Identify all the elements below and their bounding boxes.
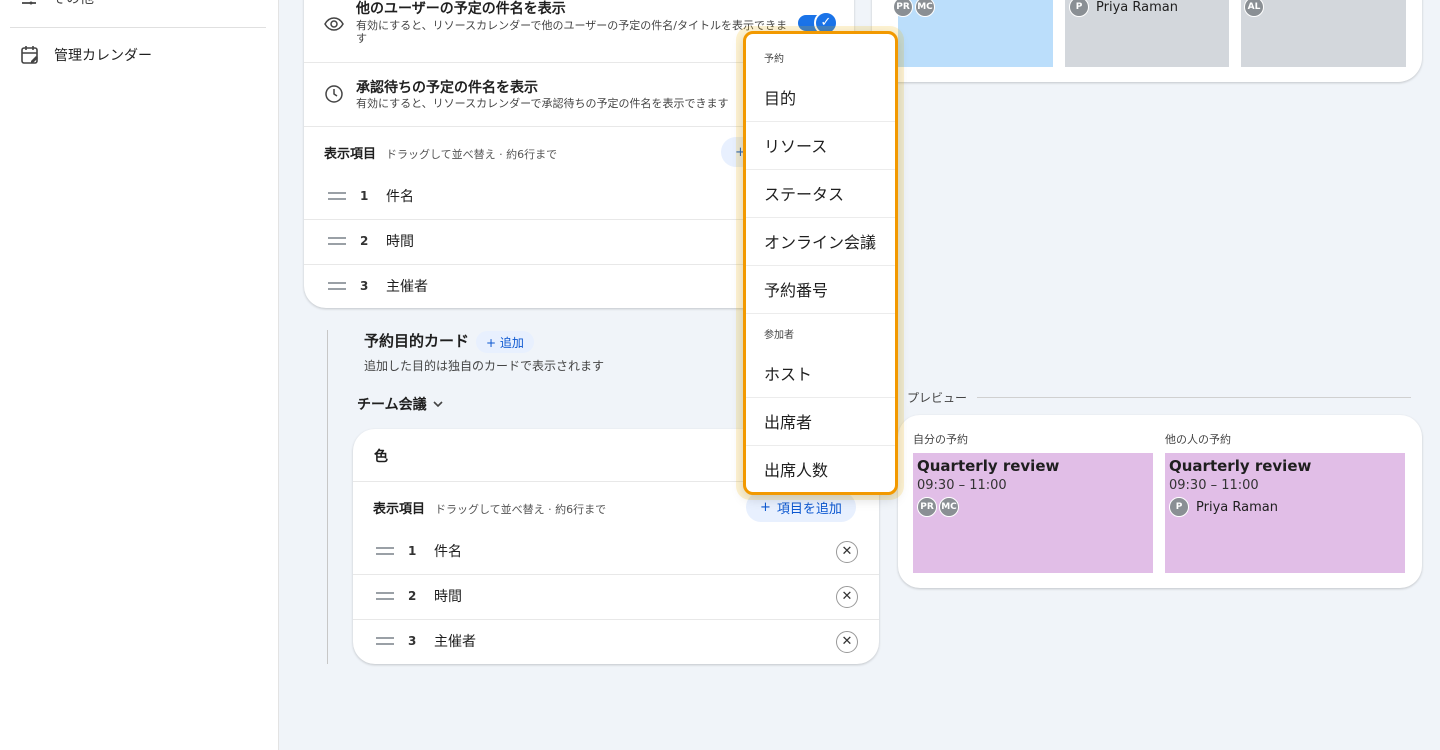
row-label: 件名 <box>434 544 462 560</box>
list-item[interactable]: 1 件名 <box>376 541 462 561</box>
display-items-title: 表示項目 <box>324 147 377 162</box>
preview-divider <box>907 397 1411 398</box>
event-preview-mine: Quarterly review 09:30 – 11:00 PR MC <box>913 453 1153 573</box>
list-item[interactable]: 1 件名 <box>328 186 414 206</box>
avatar: P <box>1169 497 1189 517</box>
menu-item-host[interactable]: ホスト <box>746 349 895 397</box>
drag-handle-icon[interactable] <box>376 637 394 645</box>
list-item[interactable]: 2 時間 <box>376 586 462 606</box>
row-number: 3 <box>360 279 369 293</box>
divider <box>353 574 879 575</box>
others-label: 他の人の予約 <box>1165 433 1231 446</box>
setting-description: 有効にすると、リソースカレンダーで承認待ちの予定の件名を表示できます <box>356 97 729 110</box>
remove-icon[interactable]: ✕ <box>836 586 858 608</box>
display-items-header: 表示項目 ドラッグして並べ替え · 約6行まで <box>373 498 606 517</box>
list-item[interactable]: 3 主催者 <box>328 276 428 296</box>
row-number: 3 <box>408 634 417 648</box>
attendee-name: Priya Raman <box>1196 499 1278 515</box>
event-time: 09:30 – 11:00 <box>917 478 1007 493</box>
add-item-label: 項目を追加 <box>776 501 842 517</box>
eye-icon <box>324 17 344 31</box>
setting-title: 承認待ちの予定の件名を表示 <box>356 80 538 96</box>
menu-section-booking: 予約 <box>764 54 784 65</box>
clock-icon <box>325 85 343 103</box>
display-items-header: 表示項目 ドラッグして並べ替え · 約6行まで <box>324 143 557 162</box>
event-title: Quarterly review <box>917 457 1060 475</box>
avatar: AL <box>1244 0 1264 17</box>
row-label: 主催者 <box>386 279 428 295</box>
calendar-block-mine: PR MC <box>893 0 1053 67</box>
preview-card-top: PR MC P Priya Raman AL <box>872 0 1422 82</box>
mine-label: 自分の予約 <box>913 433 968 446</box>
row-number: 2 <box>360 234 369 248</box>
chevron-down-icon <box>433 401 443 408</box>
row-label: 時間 <box>386 234 414 250</box>
menu-item-status[interactable]: ステータス <box>746 169 895 217</box>
purpose-cards-description: 追加した目的は独自のカードで表示されます <box>364 359 605 373</box>
event-time: 09:30 – 11:00 <box>1169 478 1259 493</box>
avatar: PR <box>917 497 937 517</box>
menu-item-resource[interactable]: リソース <box>746 121 895 169</box>
section-indent-line <box>327 330 328 664</box>
calendar-edit-icon <box>21 46 38 64</box>
list-item[interactable]: 3 主催者 <box>376 631 476 651</box>
calendar-block-other-2: AL <box>1241 0 1406 67</box>
menu-item-attendee-count[interactable]: 出席人数 <box>746 445 895 492</box>
drag-handle-icon[interactable] <box>376 547 394 555</box>
setting-description: 有効にすると、リソースカレンダーで他のユーザーの予定の件名/タイトルを表示できま… <box>356 19 787 45</box>
drag-handle-icon[interactable] <box>328 237 346 245</box>
add-purpose-button[interactable]: + 追加 <box>476 331 534 353</box>
purpose-cards-title: 予約目的カード <box>364 332 470 350</box>
divider <box>353 619 879 620</box>
event-preview-others: Quarterly review 09:30 – 11:00 P Priya R… <box>1165 453 1405 573</box>
menu-item-booking-number[interactable]: 予約番号 <box>746 265 895 313</box>
display-items-title: 表示項目 <box>373 502 426 517</box>
menu-section-participants: 参加者 <box>764 330 794 341</box>
avatar: PR <box>893 0 913 17</box>
sidebar: その他 管理カレンダー <box>0 0 279 750</box>
row-label: 時間 <box>434 589 462 605</box>
remove-icon[interactable]: ✕ <box>836 631 858 653</box>
menu-item-attendees[interactable]: 出席者 <box>746 397 895 445</box>
drag-handle-icon[interactable] <box>328 192 346 200</box>
preview-card: 自分の予約 他の人の予約 Quarterly review 09:30 – 11… <box>898 415 1422 588</box>
avatar: MC <box>915 0 935 17</box>
divider <box>746 313 895 314</box>
row-number: 1 <box>360 189 369 203</box>
menu-item-online-meeting[interactable]: オンライン会議 <box>746 217 895 265</box>
menu-item-purpose[interactable]: 目的 <box>746 73 895 121</box>
event-title: Quarterly review <box>1169 457 1312 475</box>
row-label: 件名 <box>386 189 414 205</box>
purpose-selector[interactable]: チーム会議 <box>357 394 443 414</box>
sidebar-item-other-label: その他 <box>52 0 94 8</box>
row-label: 主催者 <box>434 634 476 650</box>
add-item-menu: 予約 目的 リソース ステータス オンライン会議 予約番号 参加者 ホスト 出席… <box>743 31 898 495</box>
avatar: MC <box>939 497 959 517</box>
tune-icon <box>22 1 36 5</box>
display-items-hint: ドラッグして並べ替え · 約6行まで <box>386 148 558 161</box>
sidebar-item-admin-calendar[interactable]: 管理カレンダー <box>20 44 152 66</box>
color-label: 色 <box>374 449 388 465</box>
calendar-block-other: P Priya Raman <box>1065 0 1229 67</box>
row-number: 2 <box>408 589 417 603</box>
attendee-name: Priya Raman <box>1096 0 1178 15</box>
sidebar-item-admin-calendar-label: 管理カレンダー <box>54 48 152 64</box>
drag-handle-icon[interactable] <box>376 592 394 600</box>
avatar: P <box>1069 0 1089 17</box>
sidebar-item-other[interactable]: その他 <box>20 0 94 8</box>
display-items-hint: ドラッグして並べ替え · 約6行まで <box>435 503 607 516</box>
setting-title: 他のユーザーの予定の件名を表示 <box>356 1 566 17</box>
selected-purpose: チーム会議 <box>357 397 427 413</box>
preview-label: プレビュー <box>907 389 978 406</box>
list-item[interactable]: 2 時間 <box>328 231 414 251</box>
sidebar-divider <box>10 27 266 28</box>
plus-icon: + <box>760 499 771 515</box>
remove-icon[interactable]: ✕ <box>836 541 858 563</box>
drag-handle-icon[interactable] <box>328 282 346 290</box>
row-number: 1 <box>408 544 417 558</box>
